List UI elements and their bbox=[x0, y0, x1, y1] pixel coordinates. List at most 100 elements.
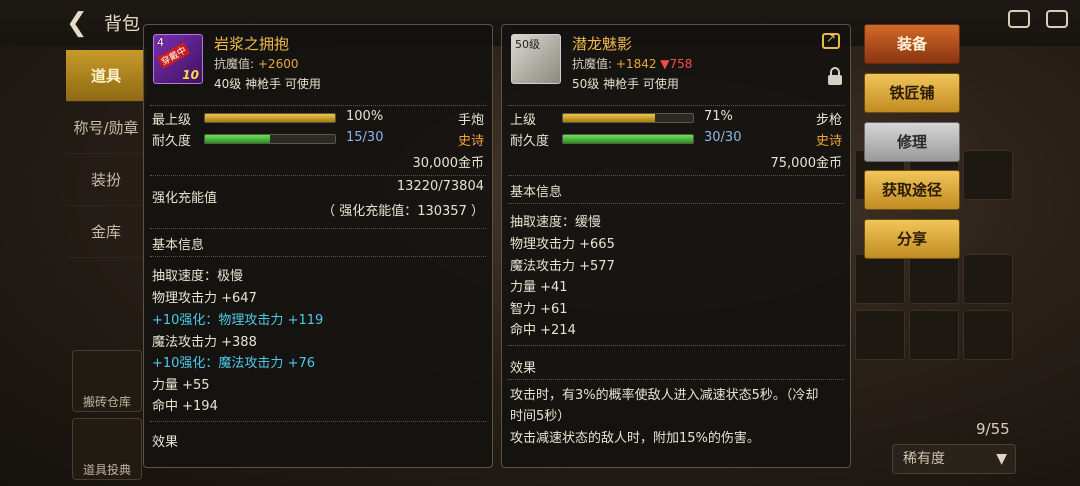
acquire-route-button[interactable]: 获取途径 bbox=[864, 170, 960, 210]
warehouse-button[interactable]: 搬砖仓库 bbox=[72, 350, 142, 412]
price: 30,000金币 bbox=[412, 156, 485, 171]
divider bbox=[508, 379, 844, 380]
share-button[interactable]: 分享 bbox=[864, 219, 960, 259]
price: 75,000金币 bbox=[770, 156, 843, 171]
back-label: 背包 bbox=[104, 14, 140, 35]
inventory-slot[interactable] bbox=[963, 254, 1013, 304]
inventory-slot[interactable] bbox=[963, 310, 1013, 360]
stat-line-enhance: +10强化：魔法攻击力 +76 bbox=[152, 356, 316, 371]
icon-level: 4 bbox=[157, 36, 164, 49]
inventory-slot[interactable] bbox=[909, 254, 959, 304]
grade-bar bbox=[204, 113, 336, 123]
durability-bar-fill bbox=[563, 135, 693, 143]
nav-item-titles[interactable]: 称号/勋章 bbox=[66, 102, 146, 154]
effect-title: 效果 bbox=[510, 361, 537, 376]
back-arrow-icon[interactable]: ❮ bbox=[66, 8, 96, 38]
grade-bar-fill bbox=[205, 114, 335, 122]
grade-bar-fill bbox=[563, 114, 656, 122]
stat-line: 物理攻击力 +647 bbox=[152, 291, 257, 306]
inventory-slot[interactable] bbox=[963, 150, 1013, 200]
inventory-nav: 道具 称号/勋章 装扮 金库 bbox=[66, 50, 146, 258]
item-name: 潜龙魅影 bbox=[572, 35, 633, 53]
compare-item-tooltip: 50级 潜龙魅影 抗魔值: +1842 ▼758 50级 神枪手 可使用 上级 … bbox=[501, 24, 851, 468]
mail-icon[interactable] bbox=[1008, 10, 1030, 28]
durability-value: 15/30 bbox=[346, 130, 384, 145]
repair-button[interactable]: 修理 bbox=[864, 122, 960, 162]
durability-value: 30/30 bbox=[704, 130, 742, 145]
stat-line: 智力 +61 bbox=[510, 302, 568, 317]
resist-value: +1842 bbox=[615, 57, 657, 71]
weapon-type: 步枪 bbox=[815, 113, 842, 128]
grade-percent: 71% bbox=[704, 109, 733, 124]
rarity-label: 史诗 bbox=[457, 134, 484, 149]
rarity-select-value: 稀有度 bbox=[903, 451, 945, 467]
header-icons bbox=[822, 31, 842, 49]
stat-line: 物理攻击力 +665 bbox=[510, 237, 615, 252]
equip-button[interactable]: 装备 bbox=[864, 24, 960, 64]
grade-label: 上级 bbox=[510, 113, 537, 128]
icon-level: 50级 bbox=[515, 38, 540, 51]
durability-row: 耐久度 30/30 史诗 bbox=[510, 130, 842, 149]
effect-line: 时间5秒） bbox=[510, 409, 571, 424]
durability-label: 耐久度 bbox=[510, 134, 550, 149]
stat-line-enhance: +10强化：物理攻击力 +119 bbox=[152, 313, 324, 328]
requirement: 50级 神枪手 可使用 bbox=[572, 77, 679, 91]
enhance-charge-value: 13220/73804 bbox=[396, 179, 484, 194]
nav-item-costume[interactable]: 装扮 bbox=[66, 154, 146, 206]
stat-line: 命中 +194 bbox=[152, 399, 218, 414]
nav-item-items[interactable]: 道具 bbox=[66, 50, 146, 102]
grade-label: 最上级 bbox=[152, 113, 192, 128]
resist-diff: ▼758 bbox=[660, 57, 693, 71]
weapon-icon: 4 穿戴中 10 bbox=[153, 34, 203, 84]
equipped-item-tooltip: 4 穿戴中 10 岩浆之拥抱 抗魔值: +2600 40级 神枪手 可使用 最上… bbox=[143, 24, 493, 468]
durability-bar bbox=[204, 134, 336, 144]
stat-line: 抽取速度：缓慢 bbox=[510, 215, 602, 230]
durability-label: 耐久度 bbox=[152, 134, 192, 149]
share-icon[interactable] bbox=[822, 31, 840, 49]
divider bbox=[150, 175, 486, 176]
divider bbox=[150, 105, 486, 106]
basic-info-title: 基本信息 bbox=[510, 185, 563, 200]
requirement: 40级 神枪手 可使用 bbox=[214, 77, 321, 91]
grade-row: 最上级 100% 手炮 bbox=[152, 109, 484, 128]
effect-line: 攻击减速状态的敌人时，附加15%的伤害。 bbox=[510, 431, 760, 446]
item-guide-button[interactable]: 道具投典 bbox=[72, 418, 142, 480]
inventory-slot[interactable] bbox=[855, 254, 905, 304]
blacksmith-button[interactable]: 铁匠铺 bbox=[864, 73, 960, 113]
divider bbox=[508, 105, 844, 106]
durability-bar bbox=[562, 134, 694, 144]
durability-row: 耐久度 15/30 史诗 bbox=[152, 130, 484, 149]
stat-line: 命中 +214 bbox=[510, 323, 576, 338]
resist-line: 抗魔值: +2600 bbox=[214, 55, 298, 72]
grade-row: 上级 71% 步枪 bbox=[510, 109, 842, 128]
stat-line: 抽取速度：极慢 bbox=[152, 269, 244, 284]
icon-enhance-level: 10 bbox=[182, 68, 199, 82]
inventory-slot[interactable] bbox=[909, 310, 959, 360]
rarity-select[interactable]: 稀有度 ▼ bbox=[892, 444, 1016, 474]
resist-label: 抗魔值: bbox=[572, 57, 613, 71]
lock-icon[interactable] bbox=[828, 67, 842, 85]
divider bbox=[508, 203, 844, 204]
nav-item-vault[interactable]: 金库 bbox=[66, 206, 146, 258]
grade-percent: 100% bbox=[346, 109, 384, 124]
resist-line: 抗魔值: +1842 ▼758 bbox=[572, 55, 692, 72]
divider bbox=[150, 228, 486, 229]
durability-bar-fill bbox=[205, 135, 270, 143]
inventory-slot[interactable] bbox=[855, 310, 905, 360]
slot-counter: 9/55 bbox=[976, 420, 1010, 438]
chat-icon[interactable] bbox=[1046, 10, 1068, 28]
resist-value: +2600 bbox=[257, 57, 299, 71]
stat-line: 力量 +55 bbox=[152, 378, 210, 393]
rarity-label: 史诗 bbox=[815, 134, 842, 149]
basic-info-title: 基本信息 bbox=[152, 238, 205, 253]
stat-line: 魔法攻击力 +577 bbox=[510, 259, 615, 274]
effect-line: 攻击时，有3%的概率使敌人进入减速状态5秒。（冷却 bbox=[510, 388, 819, 403]
weapon-type: 手炮 bbox=[457, 113, 484, 128]
rifle-icon: 50级 bbox=[511, 34, 561, 84]
resist-label: 抗魔值: bbox=[214, 57, 255, 71]
stat-line: 魔法攻击力 +388 bbox=[152, 335, 257, 350]
stat-line: 力量 +41 bbox=[510, 280, 568, 295]
top-icons bbox=[1008, 10, 1068, 28]
divider bbox=[508, 345, 844, 346]
item-name: 岩浆之拥抱 bbox=[214, 35, 290, 53]
